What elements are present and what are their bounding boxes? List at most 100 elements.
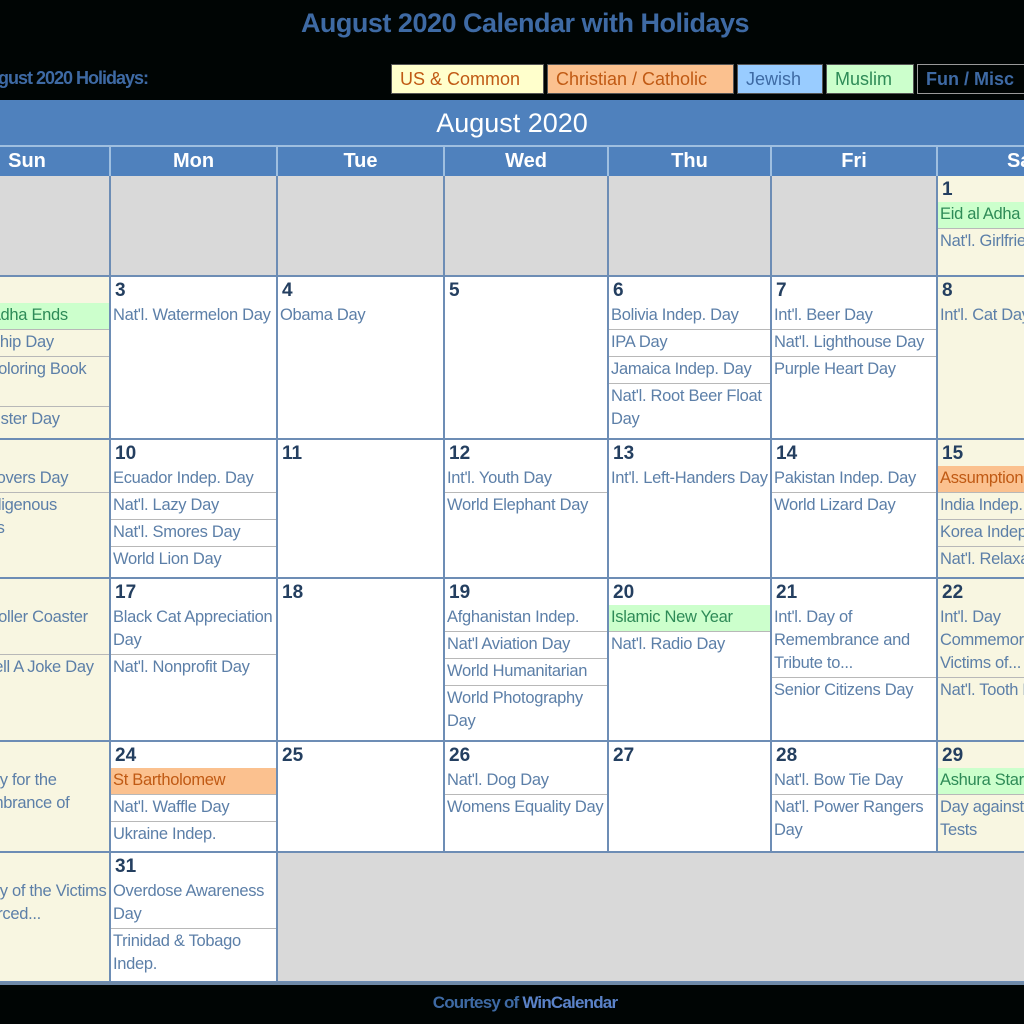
footer-brand-link[interactable]: WinCalendar: [522, 993, 618, 1012]
holiday-event[interactable]: Int'l. Day of the Victims of Enforced...: [0, 879, 109, 928]
day-cell[interactable]: 31 Overdose Awareness Day Trinidad & Tobag…: [111, 853, 278, 983]
legend-jewish[interactable]: Jewish: [737, 64, 823, 94]
day-cell[interactable]: 12 Int'l. Youth Day World Elephant Day: [445, 440, 609, 579]
holiday-event[interactable]: Int'l. Left-Handers Day: [609, 466, 770, 492]
day-cell[interactable]: 8 Int'l. Cat Day: [938, 277, 1024, 440]
day-cell[interactable]: 14 Pakistan Indep. Day World Lizard Day: [772, 440, 938, 579]
day-cell[interactable]: 4 Obama Day: [278, 277, 445, 440]
holiday-event[interactable]: Ecuador Indep. Day: [111, 466, 276, 493]
holiday-event[interactable]: Day against Nuclear Tests: [938, 795, 1024, 844]
day-cell[interactable]: 25: [278, 742, 445, 853]
holiday-event[interactable]: Overdose Awareness Day: [111, 879, 276, 929]
holiday-event[interactable]: Afghanistan Indep.: [445, 605, 607, 632]
day-cell[interactable]: 5: [445, 277, 609, 440]
holiday-event[interactable]: Ashura Starts: [938, 768, 1024, 795]
day-cell[interactable]: 10 Ecuador Indep. Day Nat'l. Lazy Day Nat'l…: [111, 440, 278, 579]
holiday-event[interactable]: Nat'l. Relaxation Day: [938, 547, 1024, 573]
holiday-event[interactable]: Nat'l. Watermelon Day: [111, 303, 276, 329]
day-cell[interactable]: 6 Bolivia Indep. Day IPA Day Jamaica Indep.…: [609, 277, 772, 440]
holiday-event[interactable]: India Indep. Day: [938, 493, 1024, 520]
holiday-event[interactable]: Int'l. Day Commemorating the Victims of.…: [938, 605, 1024, 678]
day-cell[interactable]: 15AssumptionIndia Indep. DayKorea Indep.…: [938, 440, 1024, 579]
day-cell[interactable]: 7 Int'l. Beer Day Nat'l. Lighthouse Day Pur…: [772, 277, 938, 440]
holiday-event[interactable]: World Elephant Day: [445, 493, 607, 519]
day-cell[interactable]: 2Eid al Adha EndsFriendship DayNat'l. Co…: [0, 277, 111, 440]
legend-fun-misc[interactable]: Fun / Misc: [917, 64, 1024, 94]
day-cell[interactable]: 27: [609, 742, 772, 853]
day-cell[interactable]: 24 St Bartholomew Nat'l. Waffle Day Ukraine…: [111, 742, 278, 853]
day-cell[interactable]: 11: [278, 440, 445, 579]
day-cell[interactable]: 26 Nat'l. Dog Day Womens Equality Day: [445, 742, 609, 853]
holiday-event[interactable]: Nat'l. Bow Tie Day: [772, 768, 936, 795]
holiday-event[interactable]: Obama Day: [278, 303, 443, 329]
day-cell[interactable]: 1Eid al AdhaNat'l. Girlfriends Day: [938, 176, 1024, 277]
holiday-event[interactable]: World Photography Day: [445, 686, 607, 735]
holiday-event[interactable]: Nat'l. Lighthouse Day: [772, 330, 936, 357]
holiday-event[interactable]: Ukraine Indep.: [111, 822, 276, 848]
holiday-event[interactable]: Int'l. Cat Day: [938, 303, 1024, 329]
legend-christian-catholic[interactable]: Christian / Catholic: [547, 64, 734, 94]
holiday-event[interactable]: Senior Citizens Day: [772, 678, 936, 704]
holiday-event[interactable]: Int'l. Youth Day: [445, 466, 607, 493]
day-cell[interactable]: 19 Afghanistan Indep. Nat'l Aviation Day Wo…: [445, 579, 609, 742]
holiday-event[interactable]: Assumption: [938, 466, 1024, 493]
holiday-event[interactable]: Nat'l. Root Beer Float Day: [609, 384, 770, 433]
legend-us-common[interactable]: US & Common: [391, 64, 544, 94]
holiday-event[interactable]: Nat'l. Smores Day: [111, 520, 276, 547]
holiday-event[interactable]: Int'l. Indigenous Peoples: [0, 493, 109, 542]
holiday-event[interactable]: Nat'l. Nonprofit Day: [111, 655, 276, 681]
holiday-event[interactable]: Nat'l. Tooth Fairy Day: [938, 678, 1024, 704]
day-cell[interactable]: 28 Nat'l. Bow Tie Day Nat'l. Power Rangers…: [772, 742, 938, 853]
holiday-event[interactable]: Purple Heart Day: [772, 357, 936, 383]
holiday-event[interactable]: Int'l. Day of Remembrance and Tribute to…: [772, 605, 936, 678]
day-cell[interactable]: 23Int'l. Day for the Remembrance of: [0, 742, 111, 853]
holiday-event[interactable]: Eid al Adha Ends: [0, 303, 109, 330]
holiday-event[interactable]: Bolivia Indep. Day: [609, 303, 770, 330]
holiday-event[interactable]: Nat'l. Sister Day: [0, 407, 109, 433]
day-cell[interactable]: 3 Nat'l. Watermelon Day: [111, 277, 278, 440]
day-number: 29: [942, 745, 964, 766]
holiday-event[interactable]: St Bartholomew: [111, 768, 276, 795]
holiday-event[interactable]: Korea Indep. Day: [938, 520, 1024, 547]
holiday-event[interactable]: Nat'l. Dog Day: [445, 768, 607, 795]
day-cell[interactable]: 17 Black Cat Appreciation Day Nat'l. Nonpr…: [111, 579, 278, 742]
holiday-event[interactable]: Nat'l. Power Rangers Day: [772, 795, 936, 844]
day-number: 7: [776, 280, 787, 301]
day-cell[interactable]: 18: [278, 579, 445, 742]
holiday-event[interactable]: Nat'l. Tell A Joke Day: [0, 655, 109, 681]
holiday-event[interactable]: Womens Equality Day: [445, 795, 607, 821]
day-cell[interactable]: 13 Int'l. Left-Handers Day: [609, 440, 772, 579]
holiday-event[interactable]: Nat'l Aviation Day: [445, 632, 607, 659]
holiday-event[interactable]: Nat'l. Waffle Day: [111, 795, 276, 822]
holiday-event[interactable]: Eid al Adha: [938, 202, 1024, 229]
day-cell[interactable]: 22Int'l. Day Commemorating the Victims o…: [938, 579, 1024, 742]
holiday-event[interactable]: IPA Day: [609, 330, 770, 357]
holiday-event[interactable]: Int'l. Day for the Remembrance of: [0, 768, 109, 817]
holiday-event[interactable]: Nat'l. Coloring Book Day: [0, 357, 109, 407]
legend-muslim[interactable]: Muslim: [826, 64, 914, 94]
weekday-header-fri: Fri: [772, 147, 938, 176]
holiday-event[interactable]: Nat'l. Roller Coaster Day: [0, 605, 109, 655]
day-number: 8: [942, 280, 953, 301]
holiday-event[interactable]: World Lizard Day: [772, 493, 936, 519]
holiday-event[interactable]: Nat'l. Girlfriends Day: [938, 229, 1024, 255]
holiday-event[interactable]: Jamaica Indep. Day: [609, 357, 770, 384]
day-cell[interactable]: 30Int'l. Day of the Victims of Enforced.…: [0, 853, 111, 983]
day-cell[interactable]: 16Nat'l. Roller Coaster DayNat'l. Tell A…: [0, 579, 111, 742]
holiday-event[interactable]: Friendship Day: [0, 330, 109, 357]
day-cell[interactable]: 29Ashura StartsDay against Nuclear Tests: [938, 742, 1024, 853]
holiday-event[interactable]: Pakistan Indep. Day: [772, 466, 936, 493]
day-cell[interactable]: 21 Int'l. Day of Remembrance and Tribute …: [772, 579, 938, 742]
day-cell[interactable]: 9Book Lovers DayInt'l. Indigenous People…: [0, 440, 111, 579]
holiday-event[interactable]: Book Lovers Day: [0, 466, 109, 493]
holiday-event[interactable]: Islamic New Year: [609, 605, 770, 632]
holiday-event[interactable]: Nat'l. Lazy Day: [111, 493, 276, 520]
holiday-event[interactable]: World Lion Day: [111, 547, 276, 573]
day-cell[interactable]: 20 Islamic New Year Nat'l. Radio Day: [609, 579, 772, 742]
holiday-event[interactable]: Trinidad & Tobago Indep.: [111, 929, 276, 978]
day-number: 23: [0, 742, 109, 768]
holiday-event[interactable]: Nat'l. Radio Day: [609, 632, 770, 658]
holiday-event[interactable]: World Humanitarian: [445, 659, 607, 686]
holiday-event[interactable]: Black Cat Appreciation Day: [111, 605, 276, 655]
holiday-event[interactable]: Int'l. Beer Day: [772, 303, 936, 330]
